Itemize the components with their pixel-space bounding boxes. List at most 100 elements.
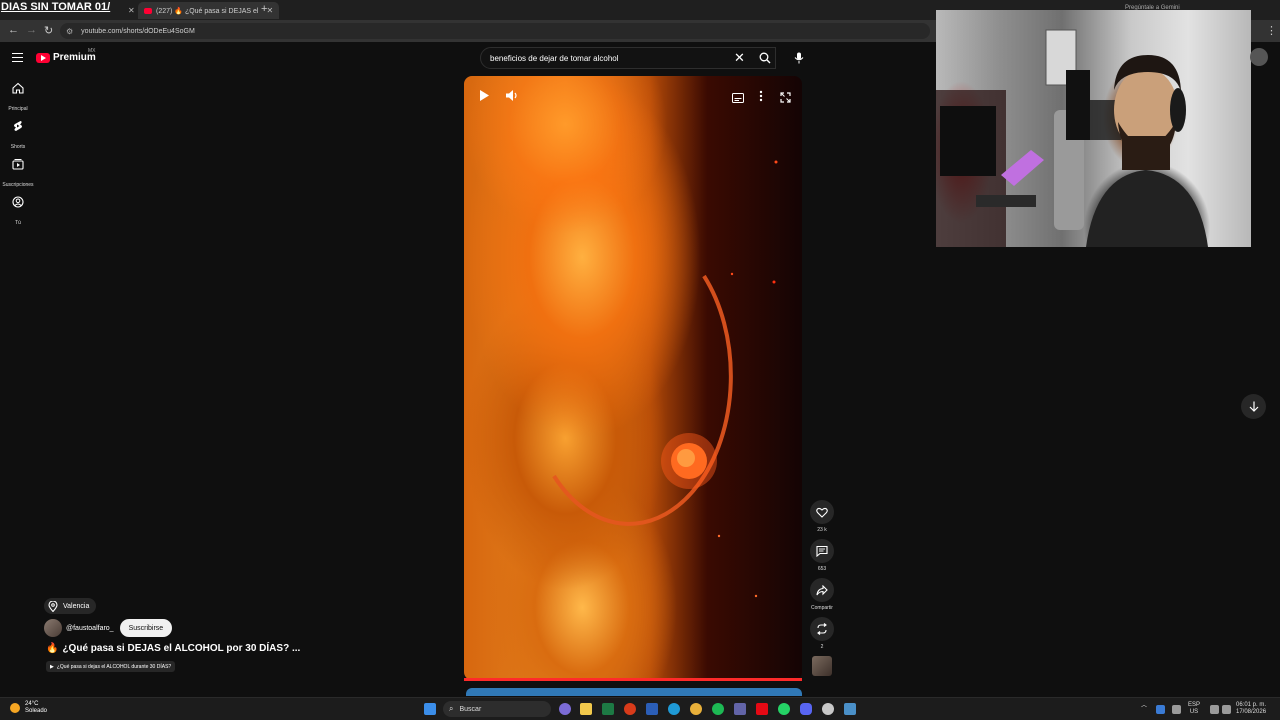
close-tab-icon[interactable]: ✕ [266, 6, 273, 15]
netflix-icon[interactable] [756, 703, 768, 715]
temperature-label: 24°C [25, 701, 39, 707]
play-icon [480, 90, 489, 101]
weather-widget[interactable]: 24°C Soleado [10, 701, 47, 715]
excel-icon[interactable] [602, 703, 614, 715]
related-video-label: ¿Qué pasa si dejas el ALCOHOL durante 30… [56, 663, 172, 670]
captions-icon [732, 93, 744, 103]
tab-label: (227) 🔥 ¿Qué pasa si DEJAS el [156, 7, 259, 15]
search-query-text: beneficios de dejar de tomar alcohol [490, 53, 619, 63]
play-button[interactable] [478, 89, 490, 107]
teams-icon[interactable] [734, 703, 746, 715]
discord-icon[interactable] [800, 703, 812, 715]
cloud-icon[interactable] [1156, 705, 1165, 714]
video-progress-bar[interactable] [464, 678, 802, 681]
reload-icon[interactable]: ↻ [44, 24, 53, 37]
search-input[interactable]: beneficios de dejar de tomar alcohol [480, 47, 776, 69]
close-tab-icon[interactable]: ✕ [128, 6, 135, 15]
streamer-webcam [936, 10, 1251, 247]
search-button[interactable] [752, 47, 778, 69]
tab-previous[interactable]: ✕ [120, 2, 135, 19]
volume-tray-icon[interactable] [1222, 705, 1231, 714]
location-chip[interactable]: Valencia [44, 598, 97, 614]
fire-emoji-icon: 🔥 [46, 643, 59, 654]
sidebar-item-shorts[interactable]: Shorts [0, 120, 36, 153]
home-icon [12, 82, 24, 94]
sidebar-item-suscripciones[interactable]: Suscripciones [0, 158, 36, 191]
subscribe-button[interactable]: Suscribirse [119, 619, 173, 637]
windows-taskbar: 24°C Soleado ⌕ Buscar ︿ ESP US 06:01 p. … [0, 697, 1280, 720]
play-small-icon: ▶ [50, 663, 54, 670]
chrome-active-icon[interactable] [822, 703, 834, 715]
youtube-favicon-icon [144, 7, 152, 14]
voice-search-button[interactable] [788, 47, 810, 69]
more-options-button[interactable] [759, 89, 763, 107]
back-arrow-icon[interactable]: ← [8, 24, 19, 36]
url-field[interactable]: ⚙ youtube.com/shorts/dODeEu4SoGM [60, 23, 930, 39]
share-icon [816, 584, 828, 595]
url-text: youtube.com/shorts/dODeEu4SoGM [81, 27, 195, 35]
search-icon [759, 52, 771, 64]
fullscreen-button[interactable] [780, 90, 791, 108]
youtube-premium-logo[interactable]: Premium MX [36, 48, 96, 63]
sound-thumbnail[interactable] [812, 656, 832, 676]
sidebar-item-label: Suscripciones [2, 182, 34, 188]
region-code: MX [88, 48, 96, 54]
site-info-icon[interactable]: ⚙ [66, 27, 73, 36]
language-indicator[interactable]: ESP US [1188, 702, 1200, 716]
sidebar-item-principal[interactable]: Principal [0, 82, 36, 115]
clock-date: 17/08/2026 [1236, 709, 1267, 715]
browser-menu-icon[interactable]: ⋮ [1266, 24, 1277, 37]
next-short-peek [466, 688, 802, 696]
location-label: Valencia [63, 602, 90, 610]
remix-count: 2 [820, 644, 824, 650]
stream-overlay-title: DIAS SIN TOMAR 01/ [1, 1, 111, 13]
whatsapp-icon[interactable] [778, 703, 790, 715]
comments-button[interactable]: 653 [808, 539, 836, 572]
short-video-player[interactable] [464, 76, 802, 680]
search-icon: ⌕ [449, 704, 454, 713]
calculator-icon[interactable] [844, 703, 856, 715]
volume-button[interactable] [505, 89, 519, 107]
forward-arrow-icon[interactable]: → [26, 24, 37, 36]
word-icon[interactable] [646, 703, 658, 715]
edge-icon[interactable] [668, 703, 680, 715]
microphone-tray-icon[interactable] [1172, 705, 1181, 714]
network-icon[interactable] [1210, 705, 1219, 714]
remix-icon [817, 623, 827, 635]
channel-avatar[interactable] [44, 619, 62, 637]
new-tab-icon[interactable]: + [261, 3, 267, 15]
tab-youtube-short[interactable]: (227) 🔥 ¿Qué pasa si DEJAS el ✕ [138, 2, 280, 19]
more-vertical-icon [759, 90, 763, 102]
chrome-icon[interactable] [690, 703, 702, 715]
channel-row: @faustoalfaro_ Suscribirse [44, 619, 173, 637]
clear-search-icon[interactable]: ✕ [734, 50, 745, 66]
taskbar-search-input[interactable]: ⌕ Buscar [443, 701, 551, 717]
video-frame-art [552, 160, 778, 598]
share-button[interactable]: Compartir [808, 578, 836, 611]
arrow-down-icon [1249, 401, 1258, 412]
captions-button[interactable] [732, 90, 744, 108]
subscriptions-icon [12, 159, 24, 170]
pdf-reader-icon[interactable] [624, 703, 636, 715]
start-menu-icon[interactable] [424, 703, 436, 715]
tray-overflow-icon[interactable]: ︿ [1141, 703, 1147, 710]
youtube-play-logo-icon [36, 52, 50, 63]
video-title[interactable]: 🔥 ¿Qué pasa si DEJAS el ALCOHOL por 30 DÍ… [46, 643, 300, 654]
you-icon [12, 196, 24, 208]
spotify-icon[interactable] [712, 703, 724, 715]
file-explorer-icon[interactable] [580, 703, 592, 715]
clock[interactable]: 06:01 p. m. 17/08/2026 [1236, 702, 1266, 716]
copilot-icon[interactable] [559, 703, 571, 715]
video-progress-fill [464, 678, 802, 681]
sidebar-item-label: Principal [8, 106, 28, 112]
related-video-chip[interactable]: ▶ ¿Qué pasa si dejas el ALCOHOL durante … [46, 661, 176, 672]
profile-avatar[interactable] [1250, 48, 1268, 66]
next-short-button[interactable] [1241, 394, 1266, 419]
channel-handle[interactable]: @faustoalfaro_ [66, 625, 114, 632]
comment-count: 653 [817, 566, 827, 572]
remix-button[interactable]: 2 [808, 617, 836, 650]
volume-icon [506, 90, 517, 101]
like-button[interactable]: 23 k [808, 500, 836, 533]
sidebar-item-tu[interactable]: Tú [0, 196, 36, 229]
menu-icon[interactable] [12, 53, 23, 62]
